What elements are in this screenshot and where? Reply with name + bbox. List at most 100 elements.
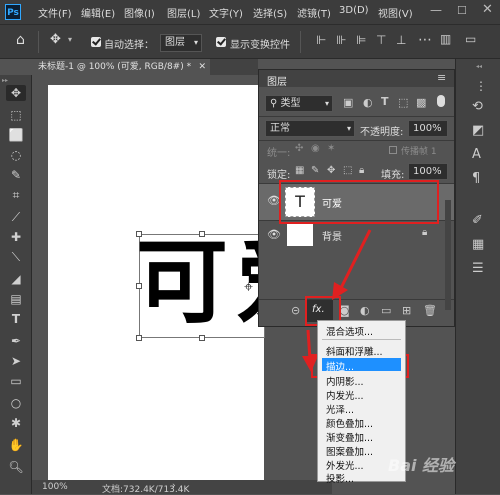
menu-item-pattern-overlay[interactable]: 图案叠加... [326,444,373,458]
layers-scrollbar[interactable] [445,200,451,310]
align-center-icon[interactable]: ⊪ [336,33,346,47]
brush-tool-icon[interactable]: ⟍ [8,249,24,265]
align-top-icon[interactable]: ⊤ [376,33,386,47]
gradient-tool-icon[interactable]: ▤ [8,291,24,307]
shape-tool-icon[interactable]: ✱ [8,415,24,431]
menu-type[interactable]: 文字(Y) [209,5,243,20]
search-icon: ⚲ [270,98,281,109]
align-right-icon[interactable]: ⊫ [356,33,366,47]
menu-view[interactable]: 视图(V) [378,5,413,20]
maximize-icon[interactable]: ☐ [457,4,467,17]
auto-select-checkbox[interactable] [91,37,101,47]
blend-mode-dropdown[interactable]: 正常 ▾ [265,120,355,137]
lasso-tool-icon[interactable]: ◌ [8,147,24,163]
zoom-tool-icon[interactable]: 🔍︎ [8,459,24,475]
menu-image[interactable]: 图像(I) [124,5,155,20]
filter-toggle-icon[interactable] [437,95,445,107]
delete-layer-icon[interactable]: 🗑︎ [423,304,437,317]
propagate-checkbox[interactable] [389,146,397,154]
menu-item-gradient-overlay[interactable]: 渐变叠加... [326,430,373,444]
filter-adjustment-icon[interactable]: ◐ [363,96,373,109]
character-icon[interactable]: A [472,147,481,162]
auto-select-dropdown[interactable]: 图层 ▾ [160,34,202,52]
menu-item-inner-glow[interactable]: 内发光... [326,388,364,402]
status-arrow-icon[interactable]: › [172,481,176,491]
unify-position-icon[interactable]: ✣ [295,143,303,154]
menu-edit[interactable]: 编辑(E) [81,5,115,20]
unify-style-icon[interactable]: ✶ [327,143,335,154]
zoom-level[interactable]: 100% [42,482,68,492]
more-options-icon[interactable]: ⋯ [418,32,432,48]
menu-3d[interactable]: 3D(D) [339,5,369,16]
menu-item-bevel-emboss[interactable]: 斜面和浮雕... [326,344,383,358]
menu-item-inner-shadow[interactable]: 内阴影... [326,374,364,388]
show-transform-label: 显示变换控件 [230,40,290,51]
menu-item-satin[interactable]: 光泽... [326,402,354,416]
hand-tool-icon[interactable]: ✋ [8,437,24,453]
move-tool-icon[interactable]: ✥ [8,85,24,101]
filter-shape-icon[interactable]: ⬚ [398,96,408,109]
panel-menu-icon[interactable]: ≡ [437,71,446,84]
panel-menu-icon[interactable]: ⋮ [475,79,487,93]
marquee-tool-icon[interactable]: ⬜ [8,127,24,143]
opacity-field[interactable]: 100% [408,120,448,137]
type-tool-icon[interactable]: T [8,311,24,327]
filter-smart-object-icon[interactable]: ▩ [416,96,426,109]
menu-item-stroke[interactable]: 描边... [326,359,354,373]
healing-brush-tool-icon[interactable]: ✚ [8,229,24,245]
crop-tool-icon[interactable]: ⌗ [8,187,24,203]
quick-select-tool-icon[interactable]: ✎ [8,167,24,183]
brush-settings-icon[interactable]: ✐ [472,213,483,228]
properties-icon[interactable]: ◩ [472,123,484,138]
artboard-tool-icon[interactable]: ⬚ [8,107,24,123]
chevron-down-icon[interactable]: ▾ [68,35,72,44]
collapse-icon[interactable]: ◂◂ [476,63,482,70]
path-select-tool-icon[interactable]: ➤ [8,353,24,369]
show-transform-checkbox[interactable] [216,37,226,47]
align-middle-icon[interactable]: ⊥ [396,33,406,47]
document-tab[interactable]: 未标题-1 @ 100% (可爱, RGB/8#) * ✕ [30,59,210,75]
workspace-icon[interactable]: ▭ [465,32,476,46]
paragraph-icon[interactable]: ¶ [472,171,480,186]
distribute-icon[interactable]: ▥ [440,32,451,46]
collapse-icon[interactable]: ▸▸ [2,77,8,84]
menu-layer[interactable]: 图层(L) [167,5,200,20]
menu-item-outer-glow[interactable]: 外发光... [326,458,364,472]
layers-panel-title[interactable]: 图层 [267,73,287,88]
history-icon[interactable]: ⟲ [472,99,483,114]
lock-artboard-icon[interactable]: ⬚ [343,165,352,176]
menu-item-color-overlay[interactable]: 颜色叠加... [326,416,373,430]
adjustments-icon[interactable]: ☰ [472,261,484,276]
new-layer-icon[interactable]: ⊞ [402,304,411,317]
eyedropper-tool-icon[interactable]: ⟋ [8,209,24,225]
align-left-icon[interactable]: ⊩ [316,33,326,47]
brushes-icon[interactable]: ▦ [472,237,484,252]
opacity-label: 不透明度: [360,127,404,138]
pen-tool-icon[interactable]: ✒ [8,333,24,349]
filter-type-icon[interactable]: T [381,95,389,108]
menu-filter[interactable]: 滤镜(T) [297,5,331,20]
rectangle-tool-icon[interactable]: ▭ [8,373,24,389]
move-tool-icon[interactable]: ✥ [50,32,61,47]
eye-icon[interactable]: 👁︎ [267,228,281,241]
filter-pixel-icon[interactable]: ▣ [343,96,353,109]
lock-icon[interactable]: 🔒︎ [422,227,427,238]
menu-file[interactable]: 文件(F) [38,5,72,20]
lock-position-icon[interactable]: ✥ [327,165,335,176]
close-icon[interactable]: ✕ [482,2,493,17]
home-icon[interactable]: ⌂ [16,32,25,48]
lock-image-icon[interactable]: ✎ [311,165,319,176]
lock-all-icon[interactable]: 🔒︎ [359,165,364,176]
minimize-icon[interactable]: — [430,3,442,17]
ellipse-tool-icon[interactable]: ○ [8,395,24,411]
unify-visibility-icon[interactable]: ◉ [311,143,320,154]
menu-item-blending-options[interactable]: 混合选项... [326,324,373,338]
layer-filter-dropdown[interactable]: ⚲ 类型 ▾ [265,95,333,112]
right-dock: ◂◂ ⋮ ⟲ ◩ A ¶ ✐ ▦ ☰ [455,59,500,494]
menu-item-drop-shadow[interactable]: 投影... [326,471,354,485]
lock-transparent-icon[interactable]: ▦ [295,165,304,176]
eraser-tool-icon[interactable]: ◢ [8,271,24,287]
menu-select[interactable]: 选择(S) [253,5,287,20]
fill-field[interactable]: 100% [408,163,448,180]
close-tab-icon[interactable]: ✕ [198,59,206,75]
